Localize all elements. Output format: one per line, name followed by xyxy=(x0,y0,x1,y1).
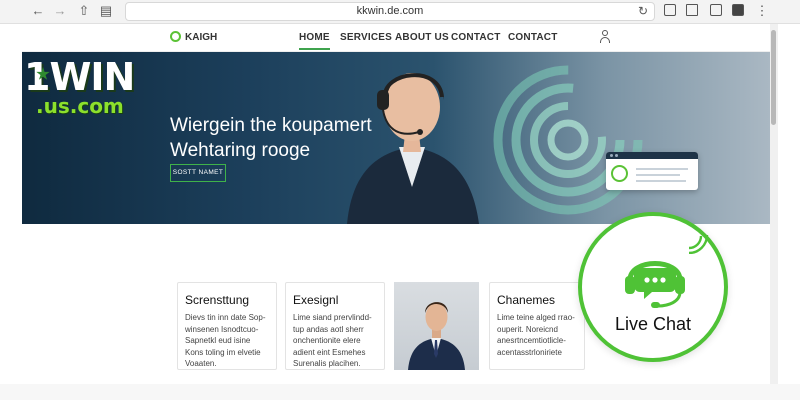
card-title: Scrensttung xyxy=(185,293,250,307)
reload-icon[interactable]: ↻ xyxy=(638,4,648,18)
brand-logo-icon xyxy=(170,31,181,42)
card-body: Dievs tin inn date Sop-winsenen Isnodtcu… xyxy=(185,313,266,368)
card-body: Lime teine alged rrao-ouperit. Noreicnd … xyxy=(497,313,575,357)
chat-window-graphic xyxy=(606,152,698,190)
card-title: Exesignl xyxy=(293,293,339,307)
reader-icon[interactable] xyxy=(710,4,722,16)
chat-bubble-icon xyxy=(611,165,628,182)
live-chat-label: Live Chat xyxy=(614,314,692,334)
signal-waves-icon xyxy=(688,234,709,254)
hero-title: Wiergein the koupamert Wehtaring rooge xyxy=(170,113,372,163)
businessman-image xyxy=(408,302,465,370)
scrollbar-thumb[interactable] xyxy=(771,30,776,125)
brand-name: KAIGH xyxy=(185,32,218,43)
extensions-icon[interactable] xyxy=(686,4,698,16)
forward-arrow-icon[interactable]: → xyxy=(52,3,68,19)
hero-title-line-2: Wehtaring rooge xyxy=(170,140,311,161)
nav-contact[interactable]: CONTACT xyxy=(451,32,501,43)
downloads-icon[interactable] xyxy=(664,4,676,16)
share-icon[interactable]: ⇧ xyxy=(76,3,92,19)
nav-contact-secondary[interactable]: CONTACT xyxy=(508,32,558,43)
browser-toolbar: ← → ⇧ ▤ kkwin.de.com ↻ ⋮ xyxy=(0,0,800,24)
card-body: Lime siand prervlindd-tup andas aotl she… xyxy=(293,313,372,368)
nav-home[interactable]: HOME xyxy=(299,32,330,50)
user-icon[interactable] xyxy=(599,30,611,44)
hero-cta-button[interactable]: SOSTT NAMET xyxy=(170,164,226,182)
feature-card[interactable]: Exesignl Lime siand prervlindd-tup andas… xyxy=(285,282,385,370)
site-header: KAIGH HOME SERVICES ABOUT US CONTACT CON… xyxy=(22,24,770,52)
businessman-photo xyxy=(394,282,479,370)
tabs-icon[interactable] xyxy=(732,4,744,16)
address-bar[interactable]: kkwin.de.com ↻ xyxy=(125,2,655,21)
card-title: Chanemes xyxy=(497,293,556,307)
hero-banner: 1WIN .us.com Wiergein the koupamert Weht… xyxy=(22,52,770,224)
feature-card[interactable]: Scrensttung Dievs tin inn date Sop-winse… xyxy=(177,282,277,370)
url-text: kkwin.de.com xyxy=(356,5,424,17)
nav-about-us[interactable]: ABOUT US xyxy=(395,32,449,43)
back-arrow-icon[interactable]: ← xyxy=(30,3,46,19)
brand[interactable]: KAIGH xyxy=(170,31,218,43)
nav-services[interactable]: SERVICES xyxy=(340,32,392,43)
bottom-edge xyxy=(0,384,800,400)
headset-chat-icon xyxy=(625,261,685,308)
1win-logo[interactable]: 1WIN .us.com xyxy=(24,57,164,121)
more-menu-icon[interactable]: ⋮ xyxy=(754,3,770,19)
hero-title-line-1: Wiergein the koupamert xyxy=(170,115,372,136)
sidebar-icon[interactable]: ▤ xyxy=(98,3,114,19)
logo-domain: .us.com xyxy=(36,94,124,118)
feature-card[interactable]: Chanemes Lime teine alged rrao-ouperit. … xyxy=(489,282,585,370)
